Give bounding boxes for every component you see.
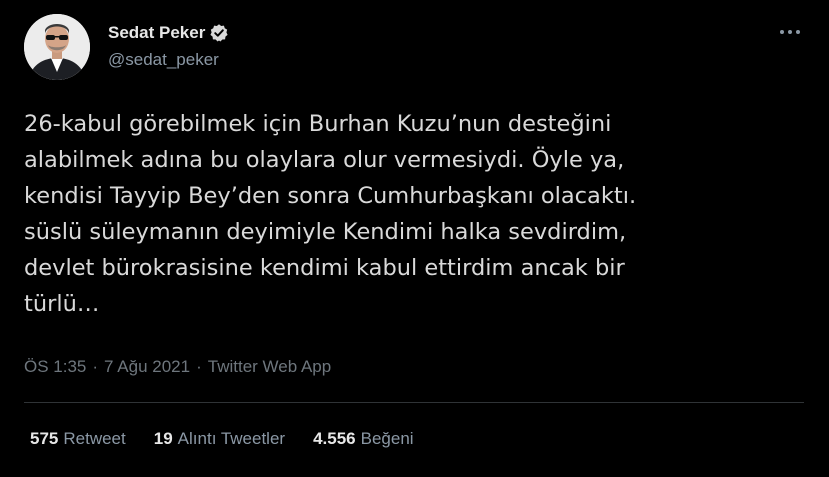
likes-label: Beğeni (360, 429, 414, 448)
meta-separator: · (92, 357, 99, 376)
tweet-text: 26-kabul görebilmek için Burhan Kuzu’nun… (24, 111, 637, 317)
quotes-stat[interactable]: 19 Alıntı Tweetler (154, 429, 285, 449)
tweet-date[interactable]: 7 Ağu 2021 (104, 357, 190, 377)
avatar[interactable] (24, 14, 90, 80)
divider (24, 402, 804, 403)
avatar-image (24, 14, 90, 80)
author-name-row[interactable]: Sedat Peker (108, 21, 229, 45)
tweet-card: Sedat Peker @sedat_peker 26-kabul görebi… (0, 0, 829, 477)
more-options-icon[interactable] (776, 20, 804, 44)
meta-separator: · (196, 357, 202, 376)
likes-stat[interactable]: 4.556 Beğeni (313, 429, 413, 449)
quotes-count: 19 (153, 429, 173, 448)
author-handle[interactable]: @sedat_peker (108, 50, 219, 70)
retweets-count: 575 (30, 429, 59, 448)
tweet-metadata: ÖS 1:35 · 7 Ağu 2021 · Twitter Web App (24, 357, 331, 377)
tweet-stats: 575 Retweet 19 Alıntı Tweetler 4.556 Beğeni (30, 429, 442, 449)
verified-badge-icon (209, 23, 229, 43)
retweets-stat[interactable]: 575 Retweet (30, 429, 126, 449)
tweet-time[interactable]: ÖS 1:35 (24, 357, 86, 377)
tweet-source[interactable]: Twitter Web App (208, 357, 331, 377)
retweets-label: Retweet (63, 429, 126, 448)
author-display-name[interactable]: Sedat Peker (108, 23, 205, 43)
quotes-label: Alıntı Tweetler (177, 429, 286, 448)
likes-count: 4.556 (313, 429, 356, 448)
